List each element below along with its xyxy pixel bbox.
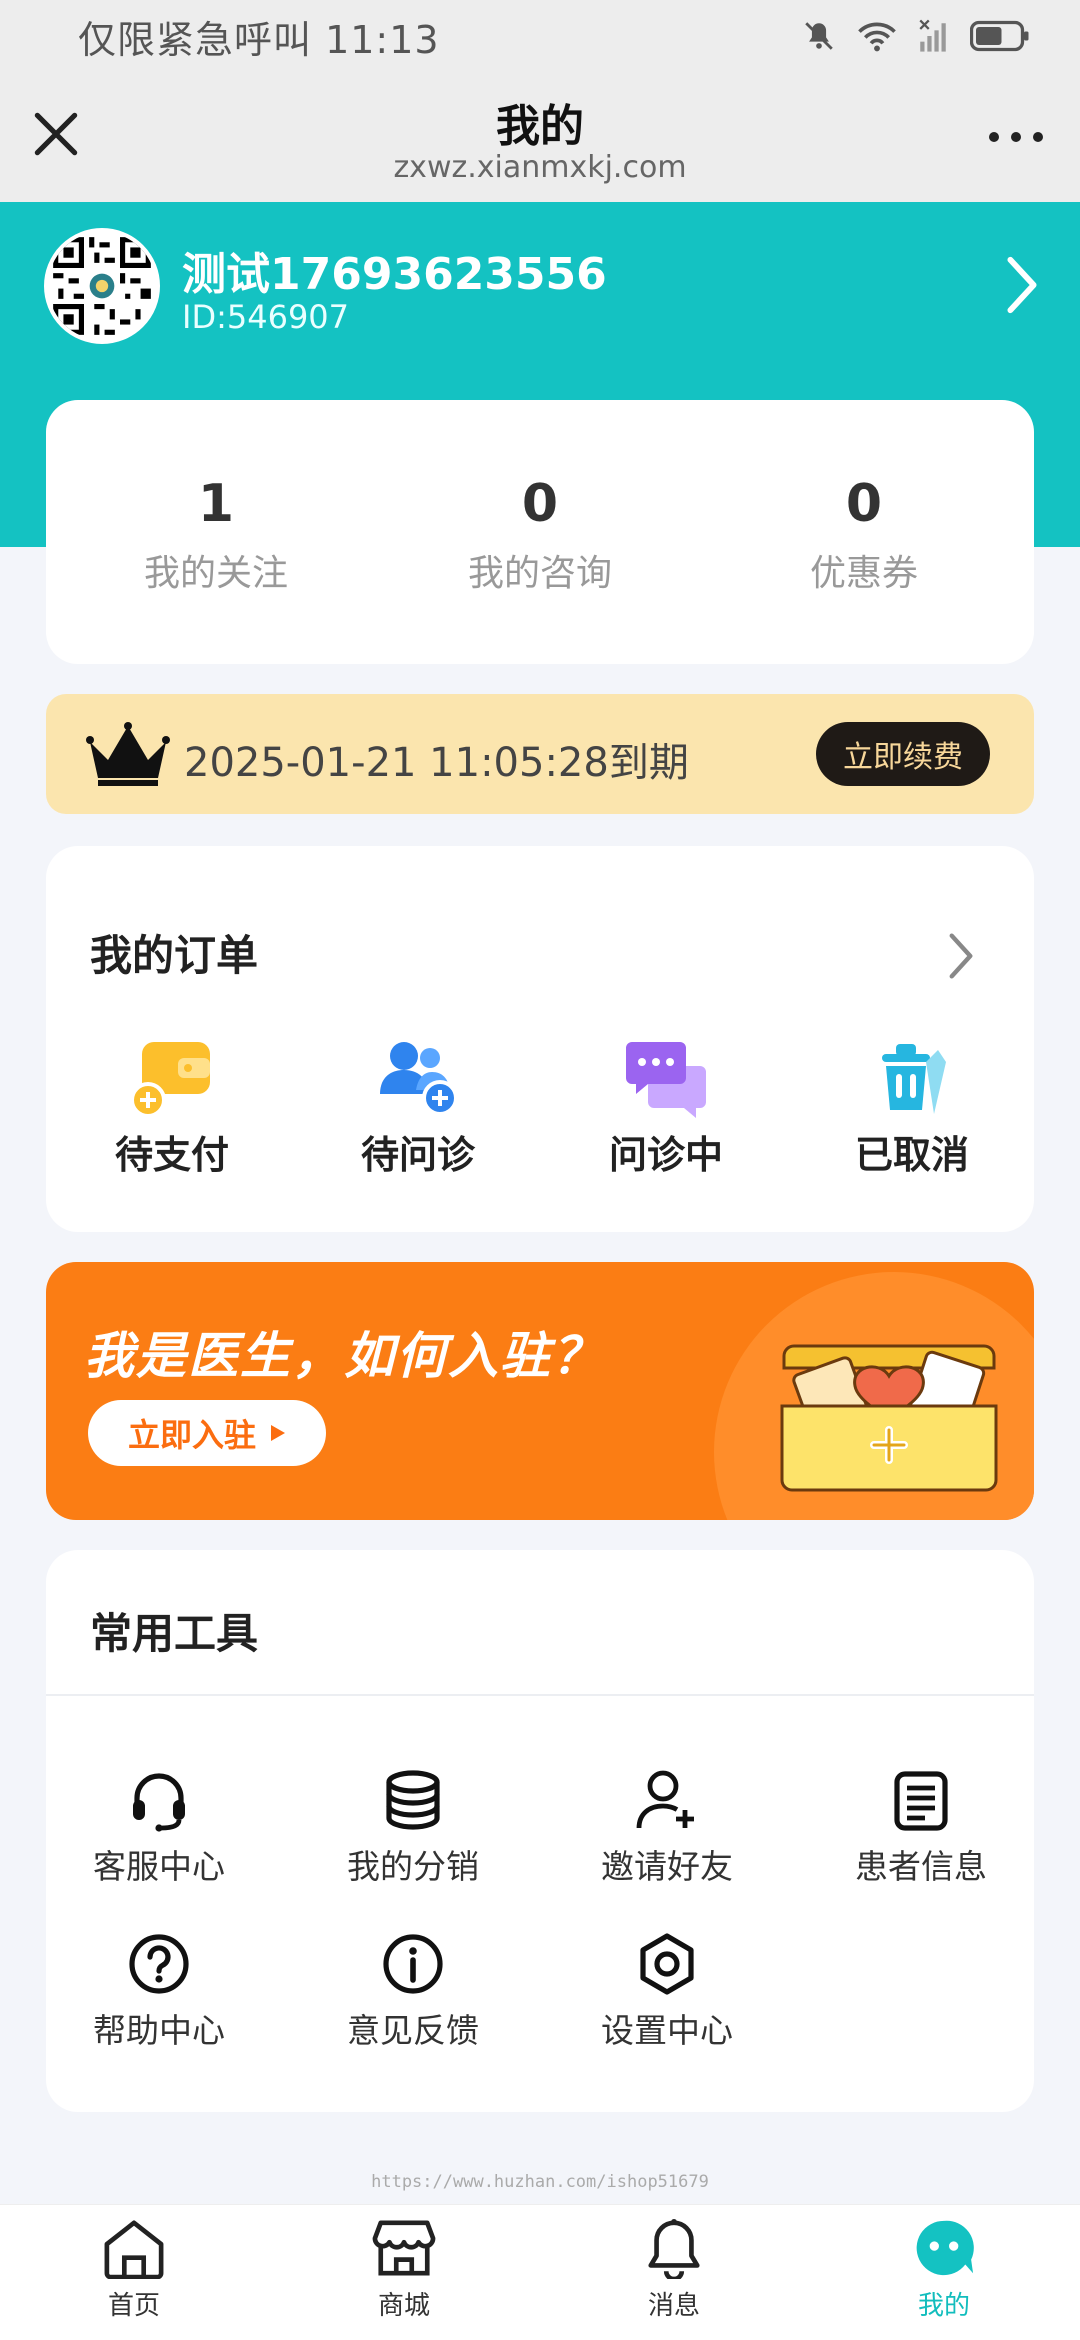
- tab-label: 商城: [377, 2291, 430, 2321]
- order-label: 待问诊: [360, 1133, 475, 1177]
- mute-bell-icon: [805, 22, 833, 50]
- qr-code-icon: [48, 232, 156, 340]
- page-title: 我的: [496, 101, 584, 152]
- stat-label: 我的咨询: [467, 553, 612, 594]
- status-bar: 仅限紧急呼叫 11:13: [0, 0, 1080, 72]
- stats-card: 1 我的关注 0 我的咨询 0 优惠券: [46, 400, 1034, 664]
- help-icon: [129, 1934, 189, 1994]
- tab-label: 消息: [647, 2291, 700, 2321]
- tool-label: 设置中心: [601, 2011, 733, 2050]
- tool-distribution[interactable]: 我的分销: [318, 1768, 508, 1888]
- tool-label: 邀请好友: [601, 1847, 733, 1886]
- order-pending-payment[interactable]: 待支付: [82, 1038, 262, 1179]
- tool-invite-friends[interactable]: 邀请好友: [572, 1768, 762, 1888]
- mine-icon: [916, 2220, 974, 2276]
- clipboard-icon: [894, 1771, 948, 1831]
- wallet-icon: [130, 1042, 210, 1118]
- battery-icon: [970, 20, 1029, 52]
- home-icon: [104, 2220, 164, 2279]
- order-in-consult[interactable]: 问诊中: [576, 1038, 756, 1179]
- tool-feedback[interactable]: 意见反馈: [318, 1932, 508, 2052]
- stat-follows[interactable]: 1 我的关注: [96, 478, 336, 596]
- stat-consults[interactable]: 0 我的咨询: [420, 478, 660, 596]
- headset-icon: [133, 1773, 185, 1832]
- doctor-join-banner[interactable]: 我是医生，如何入驻？ 立即入驻: [46, 1262, 1034, 1520]
- tool-patient-info[interactable]: 患者信息: [826, 1768, 1016, 1888]
- tool-settings[interactable]: 设置中心: [572, 1932, 762, 2052]
- order-cancelled[interactable]: 已取消: [822, 1038, 1002, 1179]
- divider: [46, 1694, 1034, 1696]
- wifi-icon: [858, 22, 896, 52]
- crown-icon: [86, 722, 170, 786]
- users-add-icon: [380, 1042, 458, 1116]
- trash-icon: [882, 1044, 946, 1114]
- vip-expiry: 2025-01-21 11:05:28到期: [184, 740, 689, 786]
- nav-header: 我的 zxwz.xianmxkj.com: [0, 72, 1080, 202]
- join-now-label: 立即入驻: [127, 1416, 256, 1454]
- signal-icon: [919, 19, 946, 52]
- medical-kit-icon: [780, 1344, 998, 1492]
- tool-help-center[interactable]: 帮助中心: [64, 1932, 254, 2052]
- settings-icon: [640, 1933, 694, 1995]
- orders-card: 我的订单 待支付 待问诊 问诊中 已取消: [46, 846, 1034, 1232]
- chevron-right-icon[interactable]: [1002, 254, 1042, 316]
- tool-label: 意见反馈: [347, 2011, 479, 2050]
- stat-label: 优惠券: [809, 553, 918, 594]
- tool-label: 客服中心: [93, 1847, 225, 1886]
- tool-label: 患者信息: [855, 1847, 987, 1886]
- page-url: zxwz.xianmxkj.com: [393, 150, 687, 185]
- order-pending-consult[interactable]: 待问诊: [328, 1038, 508, 1179]
- avatar[interactable]: [44, 228, 160, 344]
- banner-title: 我是医生，如何入驻？: [84, 1327, 604, 1385]
- tab-label: 我的: [917, 2291, 970, 2321]
- stat-value: 1: [197, 474, 235, 534]
- stat-value: 0: [845, 474, 883, 534]
- order-label: 待支付: [114, 1133, 229, 1177]
- tab-home[interactable]: 首页: [64, 2217, 204, 2322]
- bell-icon: [648, 2218, 700, 2279]
- order-label: 已取消: [854, 1133, 969, 1177]
- watermark: https://www.huzhan.com/ishop51679: [371, 2172, 709, 2192]
- status-icons: [802, 19, 1030, 53]
- orders-title: 我的订单: [90, 931, 259, 980]
- tool-label: 我的分销: [347, 1847, 479, 1886]
- tool-customer-service[interactable]: 客服中心: [64, 1768, 254, 1888]
- chat-icon: [626, 1042, 706, 1118]
- username: 测试17693623556: [182, 249, 607, 300]
- user-plus-icon: [636, 1770, 694, 1829]
- tab-shop[interactable]: 商城: [334, 2217, 474, 2322]
- user-id: ID:546907: [182, 298, 350, 336]
- more-icon[interactable]: [986, 122, 1046, 152]
- bottom-tab-bar: 首页 商城 消息 我的: [0, 2204, 1080, 2340]
- stat-label: 我的关注: [143, 553, 288, 594]
- order-label: 问诊中: [608, 1133, 723, 1177]
- vip-bar: 2025-01-21 11:05:28到期 立即续费: [46, 694, 1034, 814]
- tab-mine[interactable]: 我的: [874, 2217, 1014, 2322]
- chevron-right-icon[interactable]: [946, 932, 976, 980]
- play-icon: [271, 1425, 285, 1441]
- tab-messages[interactable]: 消息: [604, 2217, 744, 2322]
- stat-value: 0: [521, 474, 559, 534]
- info-icon: [383, 1934, 443, 1994]
- status-text: 仅限紧急呼叫 11:13: [78, 17, 440, 62]
- tool-label: 帮助中心: [93, 2011, 225, 2050]
- join-now-button[interactable]: 立即入驻: [88, 1400, 326, 1466]
- tab-label: 首页: [107, 2291, 160, 2321]
- tools-title: 常用工具: [90, 1609, 259, 1658]
- stat-coupons[interactable]: 0 优惠券: [744, 478, 984, 596]
- renew-button[interactable]: 立即续费: [816, 722, 990, 786]
- tools-card: 常用工具 客服中心 我的分销 邀请好友 患者信息 帮助中心 意见反馈 设置中心: [46, 1550, 1034, 2112]
- coins-icon: [386, 1770, 440, 1830]
- shop-icon: [372, 2220, 436, 2276]
